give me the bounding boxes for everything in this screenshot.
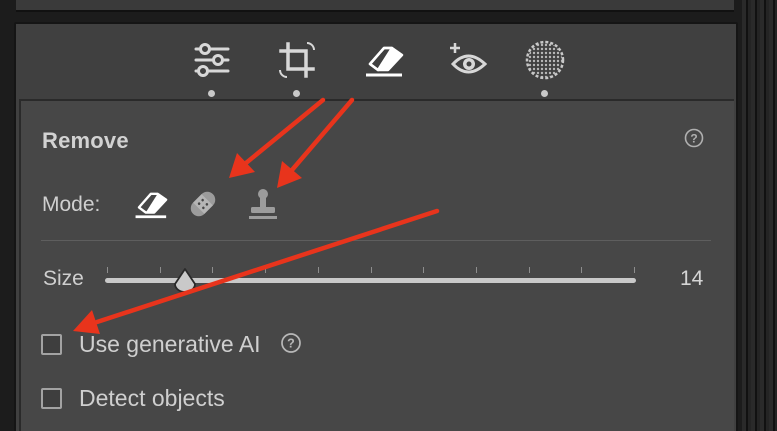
slider-tick [265,267,267,273]
red-eye-icon [450,43,488,74]
mode-label: Mode: [42,193,101,216]
panel-title: Remove [42,128,129,153]
right-panel-edge [742,0,777,431]
detect-objects-checkbox[interactable] [41,388,62,409]
size-value: 14 [680,267,704,290]
tool-masking-button[interactable] [523,38,567,82]
mode-heal-button[interactable] [184,185,222,223]
help-circle-icon[interactable]: ? [684,128,704,148]
slider-tick [423,267,425,273]
generative-ai-label[interactable]: Use generative AI [79,331,261,358]
mode-clone-button[interactable] [244,185,282,223]
slider-tick [107,267,108,273]
top-panel-edge [16,0,734,12]
tool-masking-indicator [541,90,548,97]
slider-tick [634,267,635,273]
tool-edit-indicator [208,90,215,97]
slider-tick [212,267,214,273]
tool-edit-button[interactable] [190,38,234,82]
tool-crop-button[interactable] [275,38,319,82]
slider-tick [528,267,530,273]
generative-ai-checkbox[interactable] [41,334,62,355]
eraser-icon [366,46,404,77]
tool-remove-button[interactable] [361,38,405,82]
slider-tick [475,267,477,273]
tool-crop-indicator [293,90,300,97]
crop-rotate-icon [279,42,315,78]
slider-tick [159,267,161,273]
svg-text:?: ? [690,132,697,146]
tool-redeye-button[interactable] [446,38,490,82]
section-divider [41,240,711,241]
size-label: Size [43,267,84,290]
help-circle-icon[interactable]: ? [280,332,302,354]
size-slider-thumb[interactable] [173,267,197,293]
svg-text:?: ? [287,337,295,351]
detect-objects-label[interactable]: Detect objects [79,385,225,412]
sliders-icon [194,43,230,77]
app-root: Remove ? Mode: Size 14 Use generative AI… [0,0,777,431]
slider-tick [317,267,319,273]
stamp-icon [249,189,277,219]
remove-panel: Remove ? Mode: Size 14 Use generative AI… [19,99,734,431]
bandage-icon [190,191,216,217]
tool-strip [16,24,734,98]
slider-tick [370,267,372,273]
slider-tick [581,267,583,273]
masking-circle-icon [525,40,565,80]
mode-remove-button[interactable] [131,185,169,223]
eraser-icon [135,192,168,219]
